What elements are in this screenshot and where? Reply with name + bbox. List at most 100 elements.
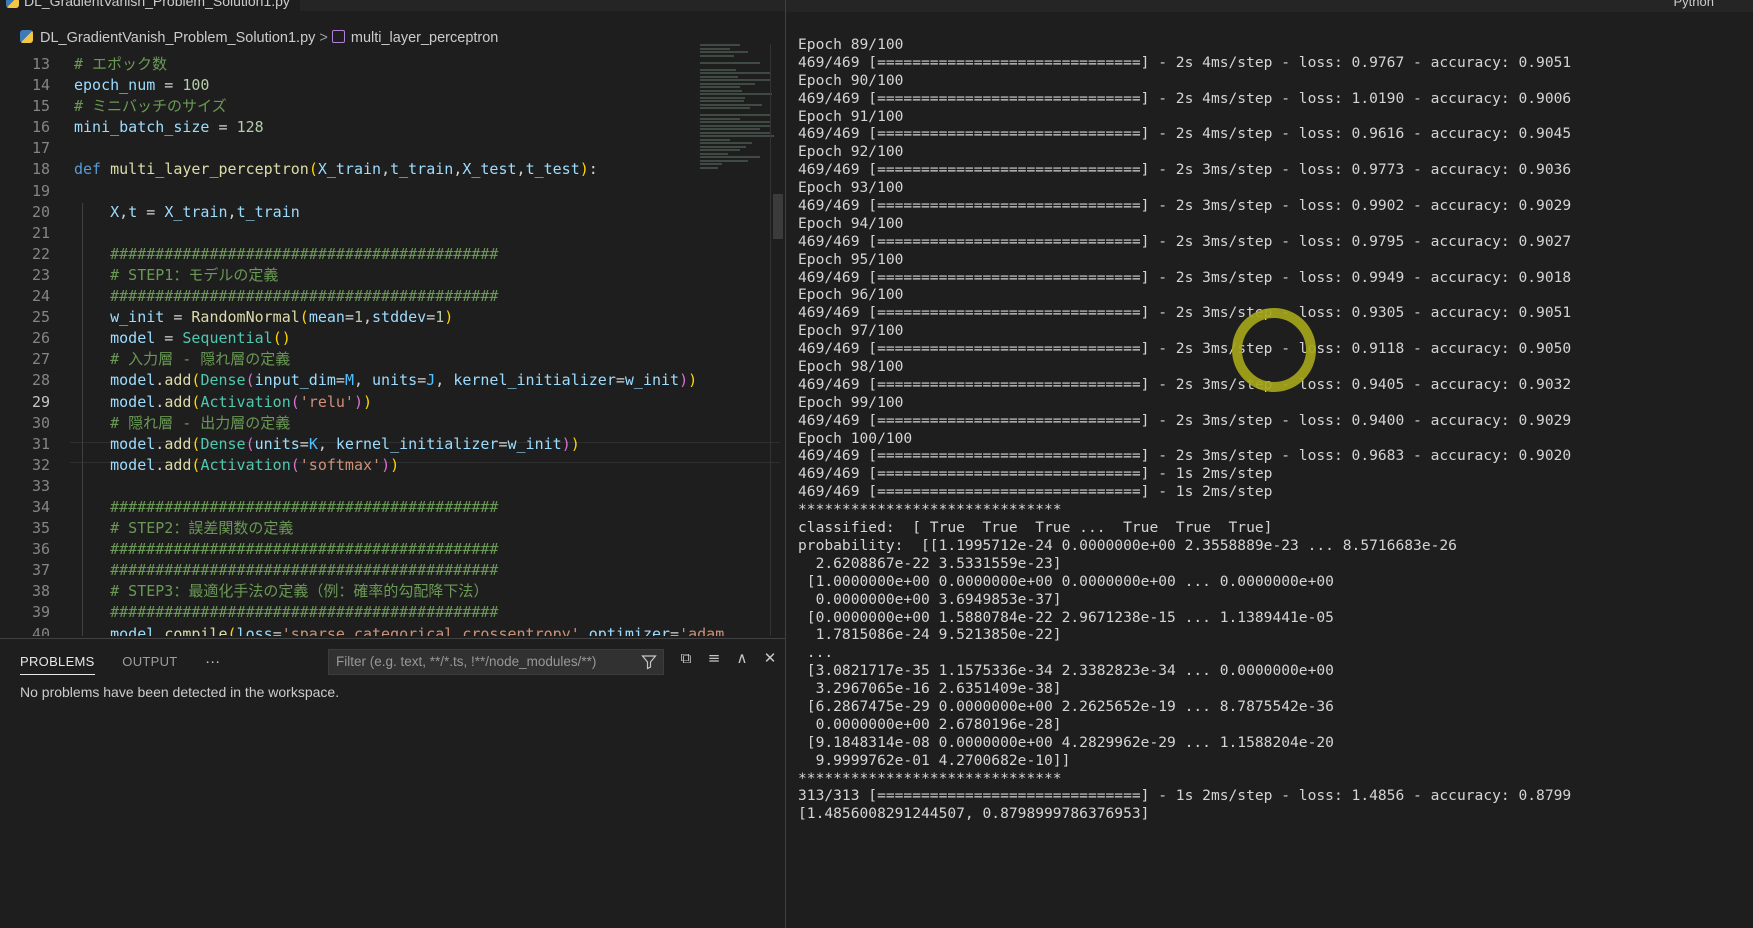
- code-line[interactable]: 19: [0, 181, 780, 202]
- output-line: 469/469 [==============================]…: [798, 53, 1572, 71]
- code-line[interactable]: 28 model.add(Dense(input_dim=M, units=J,…: [0, 370, 780, 391]
- collapse-all-icon[interactable]: ⧉: [672, 649, 700, 667]
- close-panel-icon[interactable]: ✕: [756, 649, 784, 667]
- editor-scrollbar[interactable]: [770, 44, 784, 636]
- line-number: 15: [31, 97, 50, 116]
- code-line[interactable]: 20 X,t = X_train,t_train: [0, 202, 780, 223]
- more-actions-icon[interactable]: ···: [205, 653, 220, 670]
- tab-problems[interactable]: PROBLEMS: [20, 654, 95, 675]
- code-line[interactable]: 23 # STEP1：モデルの定義: [0, 265, 780, 286]
- output-line: [1.4856008291244507, 0.8798999786376953]: [798, 805, 1150, 823]
- output-line: 3.2967065e-16 2.6351409e-38]: [798, 680, 1062, 698]
- code-text: def multi_layer_perceptron(X_train,t_tra…: [74, 160, 598, 179]
- code-text: ########################################…: [110, 603, 499, 622]
- output-line: 469/469 [==============================]…: [798, 232, 1572, 250]
- line-number: 18: [31, 160, 50, 179]
- problems-message: No problems have been detected in the wo…: [20, 684, 340, 700]
- output-line: Epoch 94/100: [798, 214, 904, 232]
- code-line[interactable]: 21: [0, 223, 780, 244]
- breadcrumb-file[interactable]: DL_GradientVanish_Problem_Solution1.py: [40, 30, 315, 46]
- code-line[interactable]: 27 # 入力層 - 隠れ層の定義: [0, 349, 780, 370]
- code-text: # STEP3：最適化手法の定義（例：確率的勾配降下法）: [110, 582, 489, 601]
- output-line: Epoch 91/100: [798, 107, 904, 125]
- code-line[interactable]: 22 #####################################…: [0, 244, 780, 265]
- output-line: 0.0000000e+00 3.6949853e-37]: [798, 590, 1062, 608]
- output-line: 469/469 [==============================]…: [798, 411, 1572, 429]
- code-line[interactable]: 16 mini_batch_size = 128: [0, 117, 780, 138]
- code-line[interactable]: 34 #####################################…: [0, 497, 780, 518]
- code-text: ########################################…: [110, 497, 499, 516]
- code-line[interactable]: 39 #####################################…: [0, 602, 780, 623]
- code-line[interactable]: 13 # エポック数: [0, 54, 780, 75]
- output-pane: Python Epoch 89/100 469/469 [============…: [785, 0, 1753, 928]
- editor-tab-bar: DL_GradientVanish_Problem_Solution1.py ▷…: [0, 0, 877, 11]
- output-line: Epoch 93/100: [798, 179, 904, 197]
- code-editor[interactable]: 13 # エポック数 14 epoch_num = 100 15 # ミニバッチのサイズ 1…: [0, 54, 780, 636]
- code-line[interactable]: 24 #####################################…: [0, 286, 780, 307]
- filter-icon[interactable]: [641, 654, 657, 670]
- code-text: ########################################…: [110, 561, 499, 580]
- code-line[interactable]: 15 # ミニバッチのサイズ: [0, 96, 780, 117]
- code-line[interactable]: 38 # STEP3：最適化手法の定義（例：確率的勾配降下法）: [0, 581, 780, 602]
- code-text: # STEP2：誤差関数の定義: [110, 519, 294, 538]
- line-number: 25: [31, 308, 50, 327]
- output-line: Epoch 92/100: [798, 143, 904, 161]
- line-number: 28: [31, 371, 50, 390]
- code-line[interactable]: 29 model.add(Activation('relu')): [0, 392, 780, 413]
- code-line[interactable]: 33: [0, 476, 780, 497]
- program-output: Epoch 89/100 469/469 [===================…: [798, 36, 1748, 823]
- filter-placeholder: Filter (e.g. text, **/*.ts, !**/node_mod…: [336, 654, 597, 669]
- scrollbar-thumb[interactable]: [773, 194, 783, 239]
- line-number: 33: [31, 476, 50, 495]
- code-line[interactable]: 26 model = Sequential(): [0, 328, 780, 349]
- breadcrumb-symbol[interactable]: multi_layer_perceptron: [351, 30, 499, 46]
- line-number: 37: [31, 561, 50, 580]
- output-line: 469/469 [==============================]…: [798, 447, 1572, 465]
- code-line[interactable]: 14 epoch_num = 100: [0, 75, 780, 96]
- maximize-panel-icon[interactable]: ∧: [728, 649, 756, 667]
- output-line: ******************************: [798, 769, 1062, 787]
- line-number: 20: [31, 202, 50, 221]
- chevron-right-icon: >: [319, 30, 328, 46]
- code-text: ########################################…: [110, 287, 499, 306]
- code-line[interactable]: 18 def multi_layer_perceptron(X_train,t_t…: [0, 159, 780, 180]
- output-line: 9.9999762e-01 4.2700682e-10]]: [798, 751, 1071, 769]
- code-text: epoch_num = 100: [74, 76, 210, 95]
- code-line[interactable]: 31 model.add(Dense(units=K, kernel_initi…: [0, 434, 780, 455]
- output-line: Epoch 100/100: [798, 429, 913, 447]
- code-line[interactable]: 25 w_init = RandomNormal(mean=1,stddev=1…: [0, 307, 780, 328]
- minimap[interactable]: [700, 44, 775, 194]
- code-line[interactable]: 37 #####################################…: [0, 560, 780, 581]
- editor-pane: DL_GradientVanish_Problem_Solution1.py ▷…: [0, 0, 877, 928]
- code-text: model.compile(loss='sparse_categorical_c…: [110, 624, 725, 636]
- output-language-label[interactable]: Python: [1674, 0, 1714, 9]
- output-line: 0.0000000e+00 2.6780196e-28]: [798, 715, 1062, 733]
- editor-tab[interactable]: DL_GradientVanish_Problem_Solution1.py: [0, 0, 300, 11]
- line-number: 29: [31, 392, 50, 411]
- editor-tab-title: DL_GradientVanish_Problem_Solution1.py: [24, 0, 290, 9]
- line-number: 23: [31, 265, 50, 284]
- method-symbol-icon: [331, 30, 345, 43]
- output-line: 469/469 [==============================]…: [798, 268, 1572, 286]
- output-line: ******************************: [798, 501, 1062, 519]
- code-line[interactable]: 35 # STEP2：誤差関数の定義: [0, 518, 780, 539]
- code-line[interactable]: 30 # 隠れ層 - 出力層の定義: [0, 413, 780, 434]
- code-text: ########################################…: [110, 244, 499, 263]
- view-as-list-icon[interactable]: ≡: [700, 649, 728, 667]
- problems-filter-input[interactable]: Filter (e.g. text, **/*.ts, !**/node_mod…: [328, 649, 664, 675]
- code-line[interactable]: 40 model.compile(loss='sparse_categorica…: [0, 624, 780, 636]
- python-file-icon: [6, 0, 19, 8]
- tab-output[interactable]: OUTPUT: [122, 654, 177, 669]
- output-line: 469/469 [==============================]…: [798, 197, 1572, 215]
- code-line[interactable]: 36 #####################################…: [0, 539, 780, 560]
- line-number: 24: [31, 287, 50, 306]
- code-text: w_init = RandomNormal(mean=1,stddev=1): [110, 308, 454, 327]
- code-line[interactable]: 32 model.add(Activation('softmax')): [0, 455, 780, 476]
- code-lines: 13 # エポック数 14 epoch_num = 100 15 # ミニバッチのサイズ 1…: [0, 54, 780, 636]
- output-line: ...: [798, 644, 834, 662]
- line-number: 35: [31, 519, 50, 538]
- output-line: 313/313 [==============================]…: [798, 787, 1572, 805]
- code-line[interactable]: 17: [0, 138, 780, 159]
- output-line: Epoch 89/100: [798, 36, 904, 53]
- line-number: 26: [31, 329, 50, 348]
